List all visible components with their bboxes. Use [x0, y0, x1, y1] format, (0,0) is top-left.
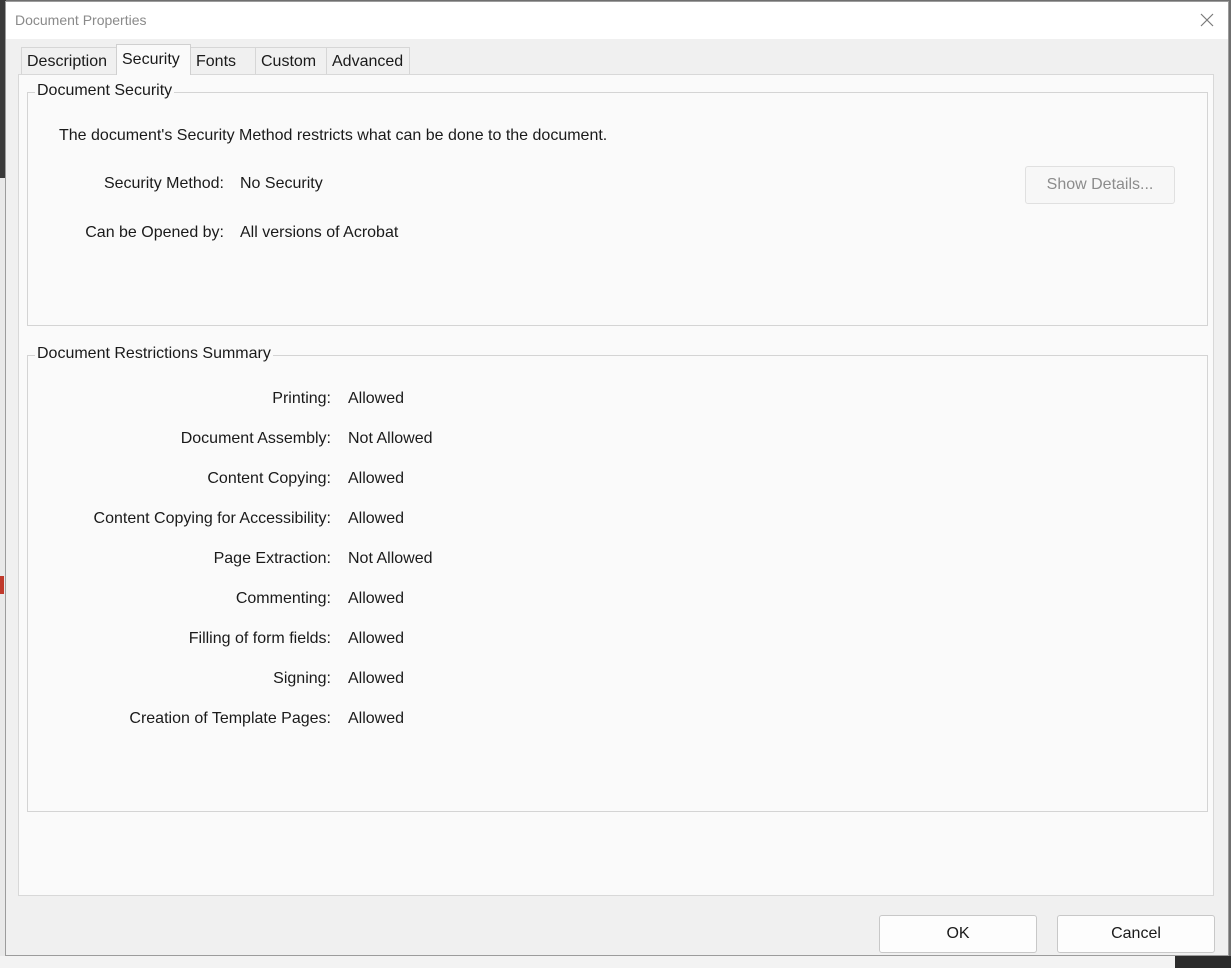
background-app-corner	[1175, 956, 1231, 968]
restriction-label: Filling of form fields:	[188, 630, 331, 647]
security-method-value: No Security	[240, 175, 323, 192]
restriction-label: Printing:	[272, 390, 331, 407]
security-intro-text: The document's Security Method restricts…	[59, 127, 608, 144]
show-details-button[interactable]: Show Details...	[1025, 166, 1175, 204]
restriction-row-accessibility: Content Copying for Accessibility: Allow…	[28, 510, 1209, 532]
opened-by-label: Can be Opened by:	[85, 224, 224, 241]
tab-advanced[interactable]: Advanced	[326, 47, 410, 75]
restriction-value: Allowed	[348, 390, 405, 407]
dialog-title: Document Properties	[15, 12, 147, 28]
tab-security[interactable]: Security	[116, 44, 191, 75]
opened-by-value: All versions of Acrobat	[240, 224, 399, 241]
restriction-value: Allowed	[348, 470, 405, 487]
security-tab-panel: Document Security The document's Securit…	[18, 74, 1214, 896]
restriction-value: Not Allowed	[348, 430, 433, 447]
background-app-bottom	[0, 956, 1231, 968]
restriction-label: Commenting:	[235, 590, 331, 607]
restriction-row-form-fields: Filling of form fields: Allowed	[28, 630, 1209, 652]
background-app-fragment	[0, 576, 4, 594]
restriction-value: Allowed	[348, 510, 405, 527]
restriction-row-printing: Printing: Allowed	[28, 390, 1209, 412]
restriction-label: Signing:	[273, 670, 331, 687]
restriction-value: Allowed	[348, 630, 405, 647]
tab-fonts[interactable]: Fonts	[190, 47, 256, 75]
restriction-row-content-copying: Content Copying: Allowed	[28, 470, 1209, 492]
restriction-row-commenting: Commenting: Allowed	[28, 590, 1209, 612]
restriction-value: Allowed	[348, 590, 405, 607]
close-icon	[1200, 13, 1214, 27]
restriction-row-signing: Signing: Allowed	[28, 670, 1209, 692]
restriction-value: Allowed	[348, 710, 405, 727]
title-bar: Document Properties	[6, 2, 1228, 39]
security-method-label: Security Method:	[103, 175, 224, 192]
tab-description[interactable]: Description	[21, 47, 117, 75]
cancel-button[interactable]: Cancel	[1057, 915, 1215, 953]
restriction-label: Creation of Template Pages:	[129, 710, 331, 727]
close-button[interactable]	[1192, 6, 1222, 34]
restriction-label: Document Assembly:	[180, 430, 331, 447]
ok-button[interactable]: OK	[879, 915, 1037, 953]
restriction-row-template-pages: Creation of Template Pages: Allowed	[28, 710, 1209, 732]
document-security-group: Document Security The document's Securit…	[27, 82, 1208, 326]
tab-bar: Description Security Fonts Custom Advanc…	[21, 44, 410, 75]
restriction-value: Not Allowed	[348, 550, 433, 567]
document-properties-dialog: Document Properties Description Security…	[5, 1, 1229, 956]
tab-custom[interactable]: Custom	[255, 47, 327, 75]
restriction-label: Content Copying:	[207, 470, 331, 487]
document-security-title: Document Security	[35, 82, 175, 100]
restriction-value: Allowed	[348, 670, 405, 687]
restriction-row-page-extraction: Page Extraction: Not Allowed	[28, 550, 1209, 572]
restriction-label: Page Extraction:	[213, 550, 331, 567]
restriction-label: Content Copying for Accessibility:	[93, 510, 331, 527]
document-restrictions-group: Document Restrictions Summary Printing: …	[27, 345, 1209, 812]
restriction-row-document-assembly: Document Assembly: Not Allowed	[28, 430, 1209, 452]
document-restrictions-title: Document Restrictions Summary	[35, 345, 273, 363]
